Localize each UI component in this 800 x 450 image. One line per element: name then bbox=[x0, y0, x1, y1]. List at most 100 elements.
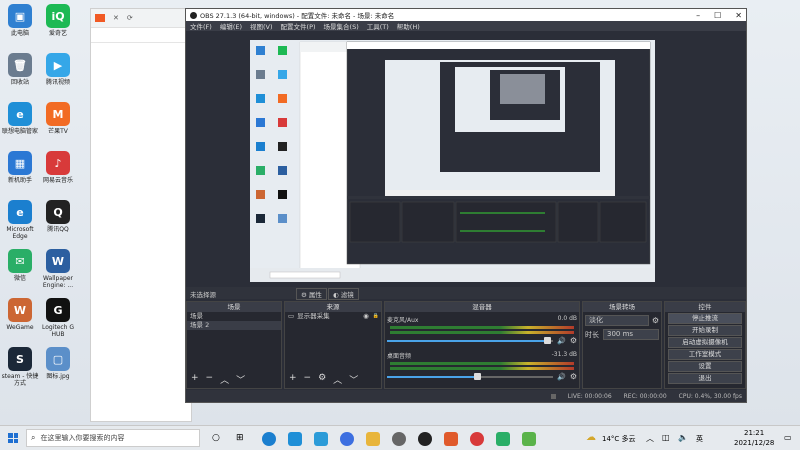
volume-icon[interactable]: 🔈 bbox=[678, 433, 688, 442]
move-up-icon[interactable]: ︿ bbox=[333, 373, 342, 386]
add-source-icon[interactable]: + bbox=[289, 373, 297, 386]
desktop-icon[interactable]: ♪ 网易云音乐 bbox=[38, 151, 78, 184]
lock-icon[interactable]: 🔒 bbox=[373, 312, 379, 321]
scene-item[interactable]: 场景 2 bbox=[187, 321, 281, 330]
volume-slider[interactable] bbox=[387, 336, 554, 344]
wechat-taskbar-icon[interactable] bbox=[496, 432, 510, 446]
menu-item[interactable]: 场景集合(S) bbox=[324, 21, 359, 31]
tray-arrow-icon[interactable]: ︿ bbox=[646, 433, 654, 444]
filters-button[interactable]: ◐ 滤镜 bbox=[328, 288, 359, 300]
ime-indicator[interactable]: 英 bbox=[696, 434, 703, 444]
control-button[interactable]: 工作室模式 bbox=[668, 349, 742, 360]
desktop-icon[interactable]: 🗑 回收站 bbox=[0, 53, 40, 86]
track-settings-icon[interactable]: ⚙ bbox=[570, 372, 577, 381]
taskbar-search-box[interactable]: ⌕ 在这里输入你要搜索的内容 bbox=[26, 429, 200, 447]
notification-icon[interactable]: ▭ bbox=[784, 433, 792, 442]
network-icon[interactable]: ◫ bbox=[662, 433, 670, 442]
track-name: 麦克风/Aux bbox=[387, 317, 419, 324]
desktop-icon[interactable]: G Logitech G HUB bbox=[38, 298, 78, 338]
remove-scene-icon[interactable]: − bbox=[206, 373, 214, 386]
menu-item[interactable]: 工具(T) bbox=[367, 21, 389, 31]
clock-date[interactable]: 2021/12/28 bbox=[734, 439, 774, 447]
speaker-icon[interactable]: 🔊 bbox=[557, 337, 566, 345]
move-down-icon[interactable]: ﹀ bbox=[236, 373, 245, 386]
desktop-icon[interactable]: ▢ 图标.jpg bbox=[38, 347, 78, 380]
control-button[interactable]: 启动虚拟摄像机 bbox=[668, 337, 742, 348]
desktop-icon[interactable]: W WeGame bbox=[0, 298, 40, 331]
desktop-icon[interactable]: ▣ 此电脑 bbox=[0, 4, 40, 37]
explorer-taskbar-icon[interactable] bbox=[366, 432, 380, 446]
desktop-icon[interactable]: W Wallpaper Engine: ... bbox=[38, 249, 78, 289]
obs-taskbar-icon[interactable] bbox=[418, 432, 432, 446]
desktop-icon[interactable]: ▶ 腾讯视频 bbox=[38, 53, 78, 86]
desktop-icon-label: 微信 bbox=[13, 275, 26, 282]
volume-meter bbox=[390, 362, 574, 365]
menu-item[interactable]: 视图(V) bbox=[250, 21, 273, 31]
track-settings-icon[interactable]: ⚙ bbox=[570, 336, 577, 345]
edge-taskbar-icon[interactable] bbox=[262, 432, 276, 446]
menu-item[interactable]: 帮助(H) bbox=[397, 21, 420, 31]
obs-preview[interactable] bbox=[250, 40, 655, 282]
desktop-icon[interactable]: e 联想电脑管家 bbox=[0, 102, 40, 135]
task-view-icon[interactable]: ○ bbox=[212, 433, 220, 443]
clock-time[interactable]: 21:21 bbox=[744, 429, 764, 437]
source-settings-icon[interactable]: ⚙ bbox=[318, 373, 326, 386]
transition-select[interactable]: 淡化 bbox=[585, 315, 649, 326]
desktop-icon[interactable]: ✉ 微信 bbox=[0, 249, 40, 282]
desktop-icon-label: Microsoft Edge bbox=[6, 226, 34, 240]
properties-button[interactable]: ⚙ 属性 bbox=[296, 288, 327, 300]
volume-slider[interactable] bbox=[387, 372, 554, 380]
rec-time: REC: 00:00:00 bbox=[623, 392, 667, 400]
minimize-icon[interactable]: – bbox=[696, 11, 700, 20]
volume-slider-handle[interactable] bbox=[474, 372, 482, 380]
transition-settings-icon[interactable]: ⚙ bbox=[652, 316, 659, 325]
menu-item[interactable]: 编辑(E) bbox=[220, 21, 242, 31]
browser-address-bar[interactable] bbox=[91, 28, 191, 43]
desktop-icon[interactable]: e Microsoft Edge bbox=[0, 200, 40, 240]
desktop-icon-label: Logitech G HUB bbox=[41, 324, 75, 338]
game-taskbar-icon[interactable] bbox=[444, 432, 458, 446]
control-button[interactable]: 开始录制 bbox=[668, 325, 742, 336]
desktop-icon[interactable]: Ssteam - 快捷方式 bbox=[0, 347, 40, 387]
remove-source-icon[interactable]: − bbox=[304, 373, 312, 386]
close-icon[interactable]: ✕ bbox=[735, 11, 742, 20]
track-name: 桌面音频 bbox=[387, 353, 412, 360]
control-button[interactable]: 设置 bbox=[668, 361, 742, 372]
duration-input[interactable]: 300 ms bbox=[603, 329, 659, 340]
qq-browser-taskbar-icon[interactable] bbox=[314, 432, 328, 446]
control-button[interactable]: 停止推流 bbox=[668, 313, 742, 324]
obs-window: OBS 27.1.3 (64-bit, windows) - 配置文件: 未命名… bbox=[185, 8, 747, 403]
desktop-icon[interactable]: Q 腾讯QQ bbox=[38, 200, 78, 233]
maximize-icon[interactable]: ☐ bbox=[714, 11, 721, 20]
browser-window[interactable]: ✕ ⟳ bbox=[90, 8, 192, 422]
control-button[interactable]: 退出 bbox=[668, 373, 742, 384]
desktop-icon[interactable]: M 芒果TV bbox=[38, 102, 78, 135]
weather-text[interactable]: 14°C 多云 bbox=[602, 434, 636, 444]
preview-capture bbox=[250, 40, 655, 282]
source-item[interactable]: ▭ 显示器采集 ◉ 🔒 bbox=[285, 312, 381, 321]
move-down-icon[interactable]: ﹀ bbox=[349, 373, 358, 386]
browser-logo-icon bbox=[95, 14, 105, 22]
lenovo-taskbar-icon[interactable] bbox=[288, 432, 302, 446]
browser-tabbar[interactable]: ✕ ⟳ bbox=[91, 9, 191, 28]
add-scene-icon[interactable]: + bbox=[191, 373, 199, 386]
close-tab-icon[interactable]: ✕ bbox=[113, 14, 119, 22]
speaker-icon[interactable]: 🔊 bbox=[557, 373, 566, 381]
scene-item[interactable]: 场景 bbox=[187, 312, 281, 321]
widgets-icon[interactable]: ⊞ bbox=[236, 433, 244, 443]
desktop-icon[interactable]: ▦ 新机助手 bbox=[0, 151, 40, 184]
menu-item[interactable]: 配置文件(P) bbox=[281, 21, 316, 31]
desktop-icon[interactable]: iQ 爱奇艺 bbox=[38, 4, 78, 37]
settings-taskbar-icon[interactable] bbox=[392, 432, 406, 446]
menu-item[interactable]: 文件(F) bbox=[190, 21, 212, 31]
netease-taskbar-icon[interactable] bbox=[470, 432, 484, 446]
volume-slider-handle[interactable] bbox=[544, 336, 552, 344]
move-up-icon[interactable]: ︿ bbox=[220, 373, 229, 386]
refresh-icon[interactable]: ⟳ bbox=[127, 14, 133, 22]
green-app-taskbar-icon[interactable] bbox=[522, 432, 536, 446]
desktop-icon-label: 此电脑 bbox=[10, 30, 29, 37]
visibility-eye-icon[interactable]: ◉ bbox=[363, 312, 369, 321]
steam-icon: S bbox=[8, 347, 32, 371]
app-taskbar-icon[interactable] bbox=[340, 432, 354, 446]
start-windows-icon[interactable] bbox=[8, 433, 18, 443]
